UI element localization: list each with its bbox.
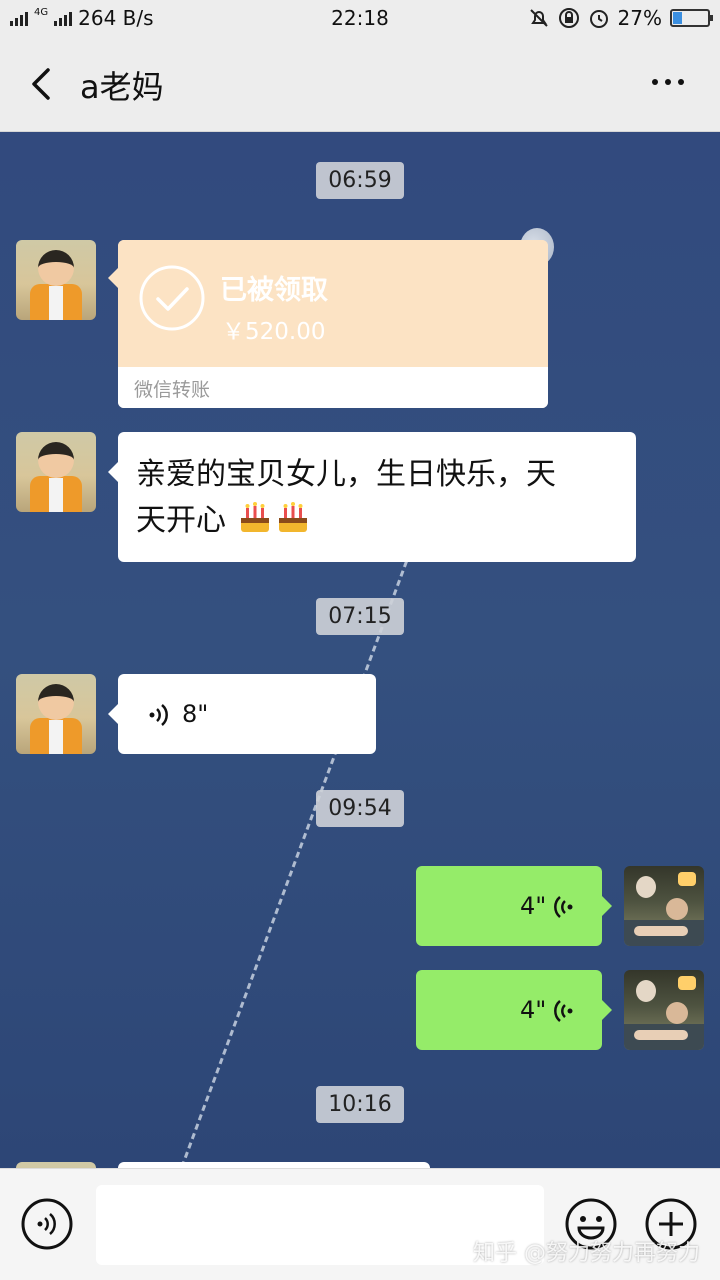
avatar-mother[interactable] — [16, 674, 96, 754]
voice-duration: 4" — [520, 996, 547, 1024]
voice-duration: 4" — [520, 892, 547, 920]
chat-area[interactable]: 06:59 已被领取 ￥520.00 微信转账 亲爱的宝贝女儿，生日快乐，天 天… — [0, 132, 720, 1168]
transfer-card-footer: 微信转账 — [118, 367, 548, 408]
status-bar: 4G 264 B/s 22:18 27% — [0, 0, 720, 36]
timestamp: 06:59 — [0, 162, 720, 199]
contrail-background-decoration — [179, 552, 412, 1168]
battery-percent: 27% — [617, 6, 662, 30]
voice-message-bubble-sent[interactable]: 4" — [416, 866, 612, 946]
input-bar: 知乎 @努力努力再努力 — [0, 1168, 720, 1280]
voice-wave-icon — [554, 1000, 573, 1022]
voice-duration: 8" — [182, 700, 209, 728]
transfer-card-top: 已被领取 ￥520.00 — [118, 240, 548, 367]
voice-message-bubble-sent[interactable]: 4" — [416, 970, 612, 1050]
chat-title: a老妈 — [80, 68, 164, 106]
status-right: 27% — [528, 6, 713, 30]
check-circle-icon — [139, 265, 205, 331]
birthday-cake-emoji-icon — [278, 502, 307, 532]
timestamp: 09:54 — [0, 790, 720, 827]
voice-wave-icon — [149, 704, 168, 726]
timestamp: 07:15 — [0, 598, 720, 635]
bubble-tail — [108, 268, 118, 288]
transfer-status: 已被领取 — [220, 275, 328, 306]
avatar-mother[interactable] — [16, 240, 96, 320]
text-message-bubble[interactable]: 亲爱的宝贝女儿，生日快乐，天 天开心 — [108, 432, 636, 562]
back-arrow-icon[interactable] — [22, 64, 62, 104]
timestamp: 10:16 — [0, 1086, 720, 1123]
lock-rotation-icon — [558, 8, 579, 28]
alarm-icon — [589, 10, 608, 28]
transfer-label: 微信转账 — [134, 379, 211, 401]
voice-input-icon[interactable] — [20, 1197, 74, 1251]
message-line-1: 亲爱的宝贝女儿，生日快乐，天 — [136, 457, 556, 492]
watermark: 知乎 @努力努力再努力 — [473, 1241, 700, 1266]
avatar-mother[interactable] — [16, 432, 96, 512]
transfer-amount: ￥520.00 — [222, 319, 326, 345]
battery-fill — [673, 12, 682, 24]
voice-wave-icon — [554, 896, 573, 918]
avatar-self[interactable] — [624, 866, 704, 946]
avatar-self[interactable] — [624, 970, 704, 1050]
battery-icon — [670, 9, 713, 27]
voice-message-bubble[interactable]: 8" — [108, 674, 376, 754]
message-line-2: 天开心 — [136, 503, 226, 538]
more-dots-icon[interactable] — [638, 62, 698, 102]
transfer-card[interactable]: 已被领取 ￥520.00 微信转账 — [118, 240, 548, 408]
chat-header: a老妈 — [0, 36, 720, 132]
mute-bell-icon — [529, 9, 548, 27]
birthday-cake-emoji-icon — [240, 502, 269, 532]
